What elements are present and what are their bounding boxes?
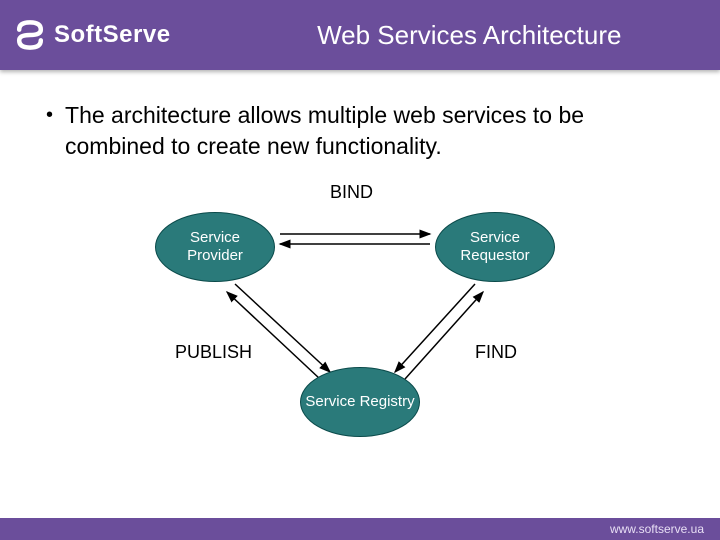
node-label: Service Requestor [440, 229, 550, 265]
node-label: Service Registry [305, 393, 414, 411]
bullet-marker: • [46, 100, 53, 130]
node-service-provider: Service Provider [155, 212, 275, 282]
brand-logo-text: SoftServe [54, 21, 171, 49]
edge-label-publish: PUBLISH [175, 342, 252, 363]
edge-label-bind: BIND [330, 182, 373, 203]
node-service-requestor: Service Requestor [435, 212, 555, 282]
node-label: Service Provider [160, 229, 270, 265]
footer-bar: www.softserve.ua [0, 518, 720, 540]
slide-title: Web Services Architecture [231, 20, 708, 51]
bullet-text: The architecture allows multiple web ser… [65, 100, 680, 162]
node-service-registry: Service Registry [300, 367, 420, 437]
slide-content: • The architecture allows multiple web s… [0, 70, 720, 462]
edge-label-find: FIND [475, 342, 517, 363]
header-bar: SoftServe Web Services Architecture [0, 0, 720, 70]
brand-logo: SoftServe [12, 17, 171, 53]
bullet-item: • The architecture allows multiple web s… [40, 100, 680, 162]
architecture-diagram: Service Provider Service Requestor Servi… [120, 182, 600, 462]
footer-url: www.softserve.ua [610, 522, 704, 536]
softserve-logo-icon [12, 17, 48, 53]
